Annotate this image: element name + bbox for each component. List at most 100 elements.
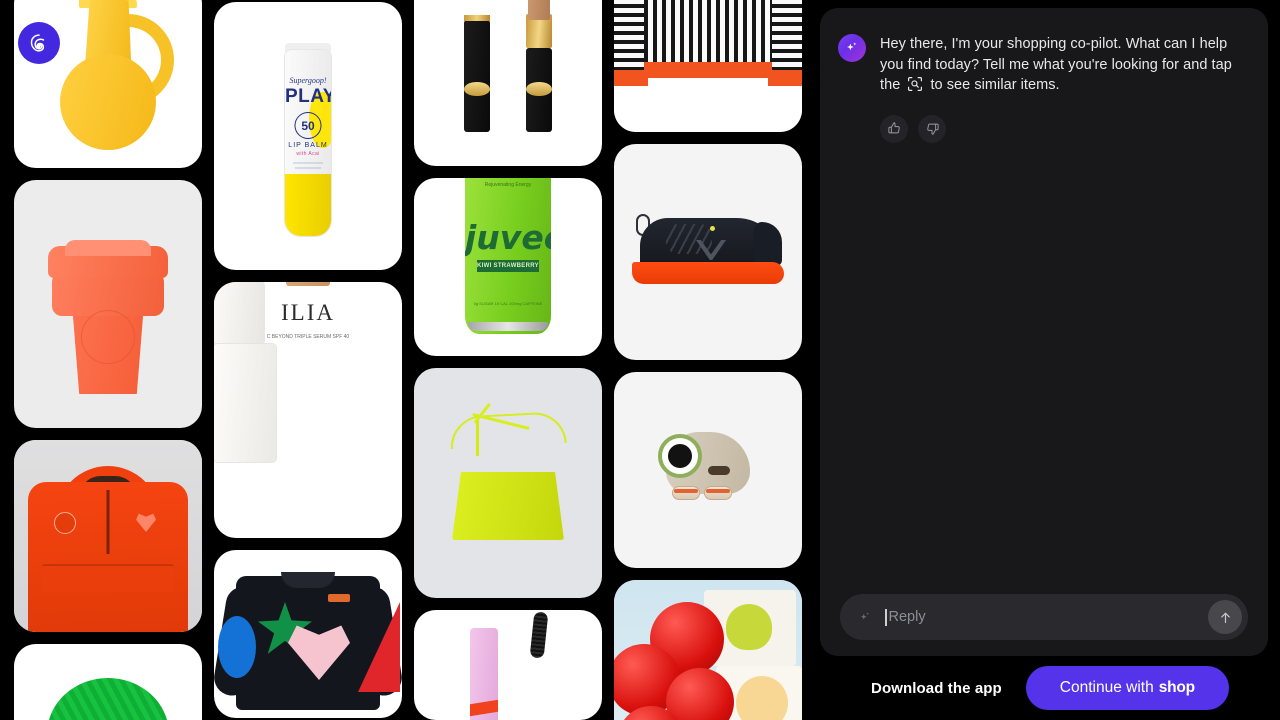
assistant-message-row: Hey there, I'm your shopping co-pilot. W… — [820, 8, 1268, 143]
product-card-green-yarn-skein[interactable] — [14, 644, 202, 720]
continue-with-shop-button[interactable]: Continue with shop — [1025, 666, 1229, 710]
composer-sparkle-icon — [858, 610, 874, 625]
sweater-cuff-right — [768, 70, 802, 86]
cta-brand-text: shop — [1158, 679, 1195, 696]
lipstick-lip-emblem-left — [464, 82, 490, 96]
product-card-ilia-foundation-stick[interactable]: ILIA C BEYOND TRIPLE SERUM SPF 40 — [214, 282, 402, 538]
product-card-striped-knit-sweater[interactable] — [614, 0, 802, 132]
chat-panel: Hey there, I'm your shopping co-pilot. W… — [820, 8, 1268, 656]
anorak-badge-logo — [54, 512, 76, 534]
ilia-wordmark: ILIA — [281, 300, 335, 325]
yarn-skein-shape — [47, 678, 169, 720]
sneaker-yellow-accent — [710, 226, 715, 231]
supergoop-spf-badge: 50 — [294, 112, 322, 139]
thumbs-up-icon — [887, 122, 900, 134]
product-card-veja-navy-sneaker[interactable] — [614, 144, 802, 360]
sweatshirt-orange-tag — [328, 594, 350, 602]
assistant-message-text: Hey there, I'm your shopping co-pilot. W… — [880, 34, 1248, 99]
juvee-logo-text: juvee — [465, 218, 551, 257]
juvee-nutrition-row: 0g SUGAR 10 CAL 200mg CAFFEINE — [473, 301, 543, 306]
anorak-heart-logo — [136, 513, 156, 532]
product-card-pink-mascara-and-wand[interactable] — [414, 610, 602, 720]
juvee-nutrition-0: 0g SUGAR — [473, 301, 494, 306]
send-message-button[interactable] — [1208, 600, 1242, 634]
supergoop-fineprint-2 — [295, 167, 321, 169]
thumbs-down-icon — [926, 123, 939, 135]
thumbs-up-button[interactable] — [880, 114, 908, 143]
supergoop-play-title: PLAY — [285, 86, 331, 107]
anorak-zipper — [106, 490, 110, 554]
sweater-sleeve-right — [768, 0, 802, 80]
download-app-link[interactable]: Download the app — [871, 680, 1002, 697]
sweater-torso-stripes — [644, 0, 772, 62]
ilia-subtitle: C BEYOND TRIPLE SERUM SPF 40 — [266, 334, 350, 340]
product-card-supergoop-play-lip-balm[interactable]: Supergoop! PLAY 50 LIP BALM with Acai — [214, 2, 402, 270]
supergoop-variant-line: with Acai — [296, 151, 320, 157]
lipstick-closed-tube — [464, 15, 490, 132]
sweater-orange-hem — [644, 62, 772, 78]
juvee-nutrition-1: 10 CAL — [494, 301, 508, 306]
plush-pupil-shape — [668, 444, 692, 468]
juvee-can-shape: Rejuvenating Energy juvee KIWI STRAWBERR… — [465, 178, 551, 334]
ilia-bottle-shape: ILIA C BEYOND TRIPLE SERUM SPF 40 — [214, 282, 349, 462]
plush-shoe-stripe-left — [674, 489, 698, 493]
juvee-nutrition-2: 200mg CAFFEINE — [509, 301, 543, 306]
lip-gloss-orange-band — [470, 699, 498, 717]
sweater-cuff-left — [614, 70, 648, 86]
anorak-body-shape — [28, 482, 188, 632]
cup-lid-top-shape — [65, 240, 151, 256]
juvee-top-text: Rejuvenating Energy — [484, 182, 532, 188]
lip-gloss-tube-shape — [470, 628, 498, 720]
feedback-row — [880, 114, 1248, 143]
visual-search-lens-icon — [907, 76, 923, 99]
lipstick-lip-emblem-right — [526, 82, 552, 96]
ilia-serum-stick — [286, 282, 330, 286]
product-card-neon-yellow-mini-skirt[interactable] — [414, 368, 602, 598]
product-card-coral-reusable-coffee-cup[interactable] — [14, 180, 202, 428]
supergoop-fineprint-1 — [293, 162, 323, 164]
thumbs-down-button[interactable] — [918, 114, 946, 143]
sweatshirt-blue-blob — [218, 616, 256, 678]
jug-body-shape — [60, 54, 156, 150]
footer-bar: Download the app Continue with shop — [820, 656, 1280, 720]
reply-composer[interactable] — [840, 594, 1248, 640]
product-card-juvee-energy-drink[interactable]: Rejuvenating Energy juvee KIWI STRAWBERR… — [414, 178, 602, 356]
shop-logo-badge[interactable] — [18, 22, 60, 64]
grid-column-3: Rejuvenating Energy juvee KIWI STRAWBERR… — [414, 0, 602, 720]
product-card-luxury-lipstick-duo[interactable] — [414, 0, 602, 166]
product-card-orange-anorak-jacket[interactable] — [14, 440, 202, 632]
grid-column-4 — [614, 0, 802, 720]
product-card-plush-character-figure[interactable] — [614, 372, 802, 568]
supergoop-product-line: LIP BALM — [288, 142, 328, 149]
cup-logo-ring — [81, 310, 135, 364]
skirt-tie-loop — [449, 410, 567, 450]
product-card-candy-apples-kit[interactable] — [614, 580, 802, 720]
skirt-body-shape — [452, 472, 564, 540]
sneaker-orange-sole — [632, 262, 784, 284]
plush-mouth-shape — [708, 466, 730, 475]
sweatshirt-collar — [281, 572, 335, 588]
lipstick-open-tube — [526, 48, 552, 132]
tube-yellow-base — [285, 174, 331, 236]
juvee-flavor-label: KIWI STRAWBERRY — [477, 260, 539, 272]
anorak-pocket — [42, 564, 174, 592]
text-caret — [885, 608, 887, 626]
app-root: Supergoop! PLAY 50 LIP BALM with Acai IL… — [0, 0, 1280, 720]
sparkle-avatar-icon — [838, 34, 866, 62]
sweater-sleeve-left — [614, 0, 648, 80]
skirt-hanging-strap — [476, 420, 479, 456]
sneaker-heel-shape — [754, 222, 782, 266]
product-card-graphic-crewneck-sweatshirt[interactable] — [214, 550, 402, 718]
shop-logo-icon — [30, 34, 45, 52]
reply-input[interactable] — [888, 609, 1208, 625]
assistant-message-column: Hey there, I'm your shopping co-pilot. W… — [880, 34, 1248, 143]
lip-balm-tube-shape: Supergoop! PLAY 50 LIP BALM with Acai — [285, 50, 331, 236]
supergoop-brand-text: Supergoop! — [289, 76, 327, 85]
candy-skull-graphic — [726, 604, 772, 650]
mascara-brush-shape — [529, 611, 549, 659]
lipstick-gold-rim-left — [464, 15, 490, 21]
arrow-up-icon — [1220, 612, 1230, 623]
assistant-message-tail: to see similar items. — [926, 77, 1060, 93]
cta-prefix-text: Continue with — [1059, 679, 1154, 696]
grid-column-1 — [14, 0, 202, 720]
